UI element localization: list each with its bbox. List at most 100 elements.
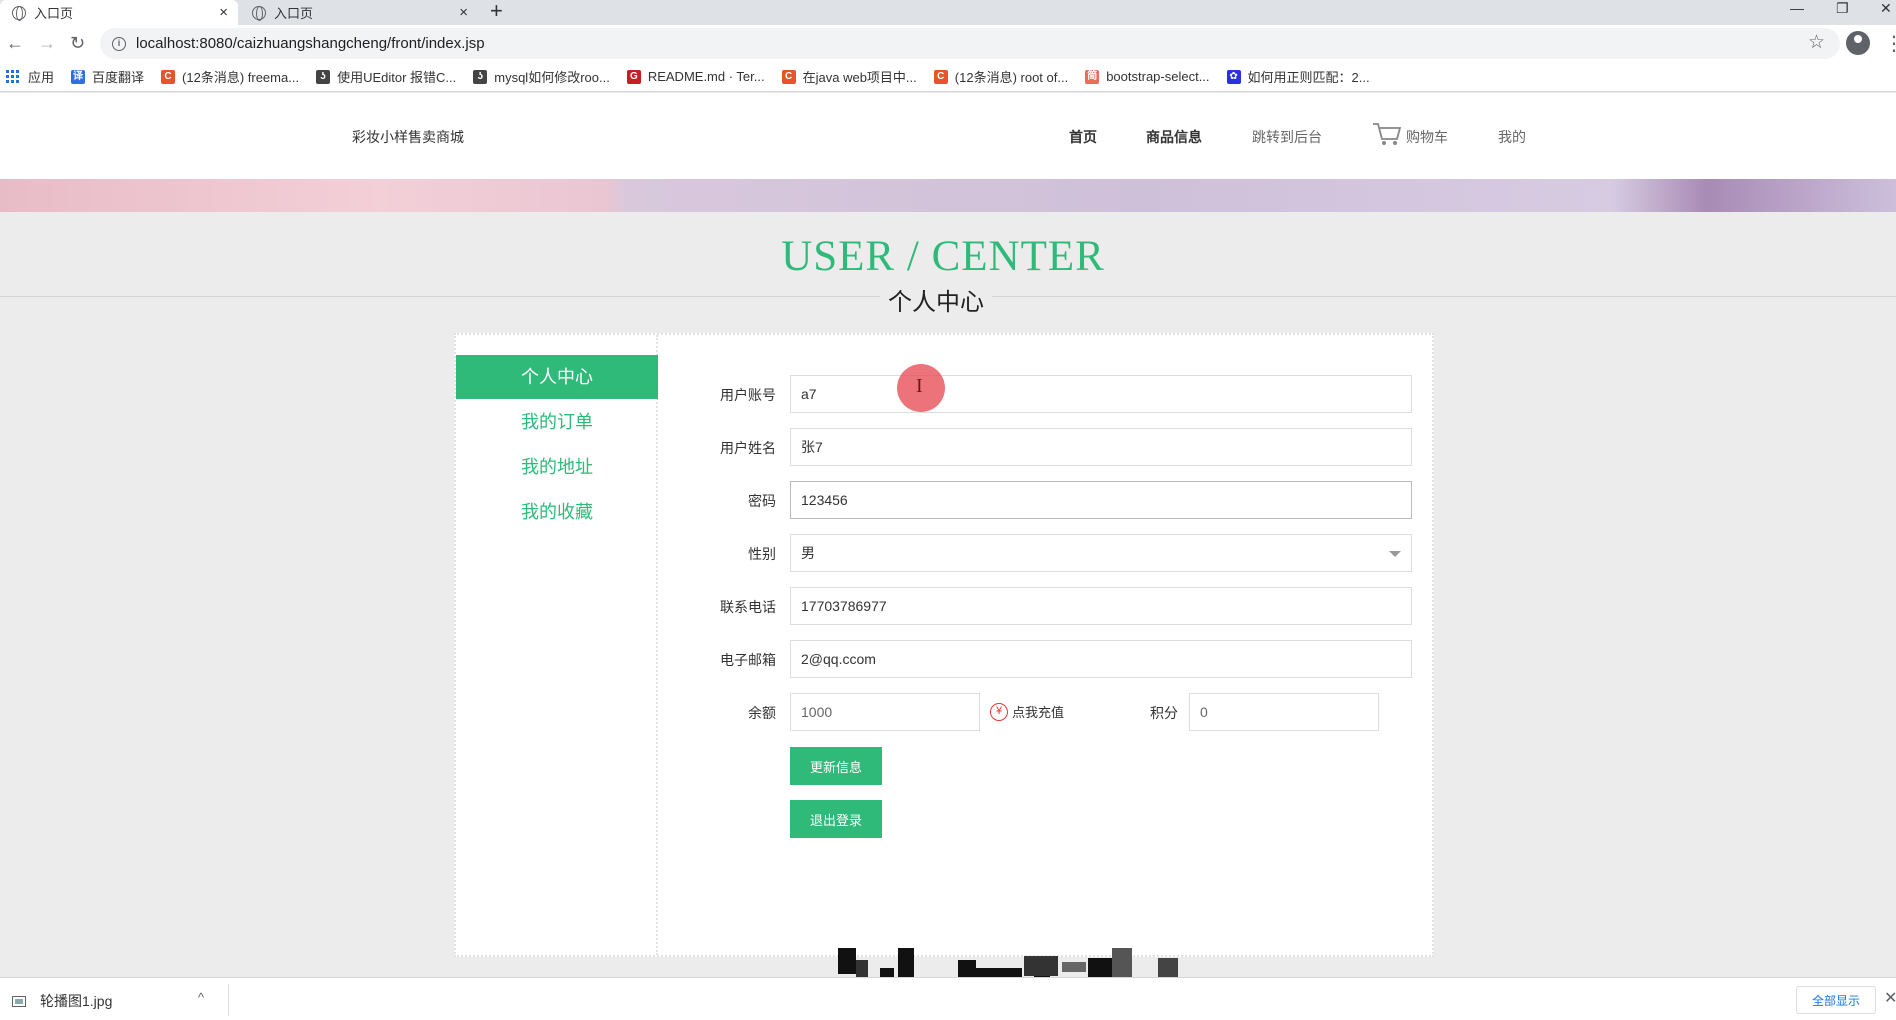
chinese-bookmark-icon: ʖ [316, 69, 331, 84]
tab-title: 入口页 [274, 6, 314, 21]
new-tab-button[interactable]: + [490, 0, 503, 22]
csdn-icon: C [781, 69, 796, 84]
nav-admin[interactable]: 跳转到后台 [1252, 127, 1322, 147]
phone-label: 联系电话 [720, 599, 776, 615]
bookmark-label: (12条消息) root of... [954, 70, 1069, 85]
email-input[interactable] [790, 640, 1412, 678]
user-center-panel: 个人中心 我的订单 我的地址 我的收藏 用户账号 用户姓名 密码 性别 男 联系… [454, 333, 1434, 957]
bookmark-label: 使用UEditor 报错C... [337, 70, 457, 85]
cart-icon [1373, 123, 1402, 145]
baidu-paw-icon: ✿ [1226, 69, 1241, 84]
balance-label: 余额 [748, 705, 776, 721]
nav-home[interactable]: 首页 [1069, 127, 1097, 147]
sidebar-item-addresses[interactable]: 我的地址 [456, 445, 658, 489]
nav-mine[interactable]: 我的 [1498, 127, 1526, 147]
jianshu-icon: 简 [1085, 69, 1100, 84]
minimize-icon[interactable]: — [1790, 0, 1804, 16]
site-logo[interactable]: 彩妆小样售卖商城 [352, 127, 464, 147]
globe-icon [12, 5, 26, 21]
points-input[interactable] [1189, 693, 1379, 731]
info-icon[interactable]: i [112, 36, 126, 51]
bookmark-item[interactable]: 应用 [6, 67, 54, 86]
bookmark-item[interactable]: G README.md · Ter... [626, 69, 765, 84]
url-text: localhost:8080/caizhuangshangcheng/front… [136, 35, 485, 52]
phone-input[interactable] [790, 587, 1412, 625]
download-bar-close-icon[interactable]: ✕ [1884, 988, 1896, 1008]
restore-icon[interactable]: ❐ [1836, 0, 1849, 17]
recharge-label: 点我充值 [1012, 705, 1065, 720]
globe-icon [252, 5, 266, 21]
baidu-translate-icon: 译 [71, 69, 86, 84]
sidebar-item-profile[interactable]: 个人中心 [456, 355, 658, 399]
apps-grid-icon [6, 70, 19, 83]
bookmarks-bar: 应用 译百度翻译 C (12条消息) freema... ʖ 使用UEditor 报错C.… [0, 62, 1896, 92]
url-field[interactable]: i localhost:8080/caizhuangshangcheng/fro… [100, 28, 1840, 59]
csdn-icon: C [161, 69, 176, 84]
download-divider [228, 984, 229, 1016]
bookmark-label: README.md · Ter... [647, 69, 765, 84]
bookmark-label: mysql如何修改roo... [494, 70, 610, 85]
gender-label: 性别 [748, 546, 776, 562]
bookmark-label: (12条消息) freema... [182, 70, 300, 85]
chevron-down-icon [1389, 551, 1401, 557]
chinese-bookmark-icon: ʖ [473, 69, 488, 84]
gender-select[interactable]: 男 [790, 534, 1412, 572]
download-bar: 轮播图1.jpg ^ 全部显示 ✕ [0, 977, 1896, 1020]
sidebar-item-favorites[interactable]: 我的收藏 [456, 490, 658, 534]
image-file-icon [12, 995, 26, 1007]
nav-cart[interactable]: 购物车 [1372, 121, 1448, 147]
bookmark-item[interactable]: 简 bootstrap-select... [1085, 69, 1210, 84]
chevron-up-icon[interactable]: ^ [198, 990, 204, 1005]
bookmark-star-icon[interactable]: ☆ [1808, 31, 1825, 54]
bookmark-item[interactable]: ʖ mysql如何修改roo... [473, 67, 610, 86]
page-title-en: USER / CENTER [781, 233, 1105, 280]
yen-icon: ¥ [990, 702, 1008, 721]
site-header: 彩妆小样售卖商城 首页 商品信息 跳转到后台 购物车 我的 [0, 93, 1896, 179]
download-file-name: 轮播图1.jpg [40, 993, 113, 1009]
bookmark-item[interactable]: C (12条消息) freema... [161, 67, 299, 86]
bookmark-label: 如何用正则匹配：2... [1247, 70, 1370, 85]
bookmark-label: 百度翻译 [92, 70, 145, 85]
recharge-link[interactable]: ¥ 点我充值 [990, 702, 1064, 721]
nav-products[interactable]: 商品信息 [1146, 127, 1202, 147]
carousel-banner[interactable] [0, 179, 1896, 212]
bookmark-label: bootstrap-select... [1106, 69, 1210, 84]
update-info-button[interactable]: 更新信息 [790, 747, 882, 785]
cart-label: 购物车 [1406, 129, 1448, 145]
bookmark-item[interactable]: ✿ 如何用正则匹配：2... [1226, 67, 1370, 86]
show-all-downloads-button[interactable]: 全部显示 [1796, 986, 1876, 1014]
name-input[interactable] [790, 428, 1412, 466]
name-label: 用户姓名 [720, 440, 776, 456]
password-input[interactable] [790, 481, 1412, 519]
logout-button[interactable]: 退出登录 [790, 800, 882, 838]
bookmark-item[interactable]: ʖ 使用UEditor 报错C... [316, 67, 456, 86]
forward-icon[interactable]: → [38, 33, 56, 54]
download-item[interactable]: 轮播图1.jpg [12, 991, 112, 1011]
window-close-icon[interactable]: ✕ [1880, 0, 1892, 17]
csdn-icon: C [933, 69, 948, 84]
tab-title: 入口页 [34, 6, 74, 21]
browser-tab-2[interactable]: 入口页 × [240, 0, 478, 25]
account-label: 用户账号 [720, 387, 776, 403]
bookmark-item[interactable]: 译百度翻译 [71, 67, 144, 86]
bookmark-item[interactable]: C (12条消息) root of... [933, 67, 1069, 86]
bookmark-item[interactable]: C 在java web项目中... [781, 67, 917, 86]
gender-value: 男 [801, 545, 815, 561]
bookmark-label: 在java web项目中... [802, 70, 917, 85]
points-label: 积分 [1150, 705, 1178, 721]
account-input[interactable] [790, 375, 1412, 413]
bookmark-label: 应用 [28, 70, 55, 85]
browser-tab-1[interactable]: 入口页 × [0, 0, 238, 25]
page-title-cn: 个人中心 [880, 282, 992, 317]
back-icon[interactable]: ← [6, 33, 24, 54]
tab-close-icon[interactable]: × [459, 4, 468, 21]
address-bar-row: ← → ↻ i localhost:8080/caizhuangshangche… [0, 25, 1896, 62]
balance-input[interactable] [790, 693, 980, 731]
reload-icon[interactable]: ↻ [70, 33, 85, 54]
sidebar-item-orders[interactable]: 我的订单 [456, 400, 658, 444]
password-label: 密码 [748, 493, 776, 509]
browser-menu-icon[interactable]: ⋮ [1884, 31, 1896, 56]
profile-avatar-icon[interactable] [1846, 31, 1870, 55]
email-label: 电子邮箱 [720, 652, 776, 668]
tab-close-icon[interactable]: × [219, 4, 228, 21]
